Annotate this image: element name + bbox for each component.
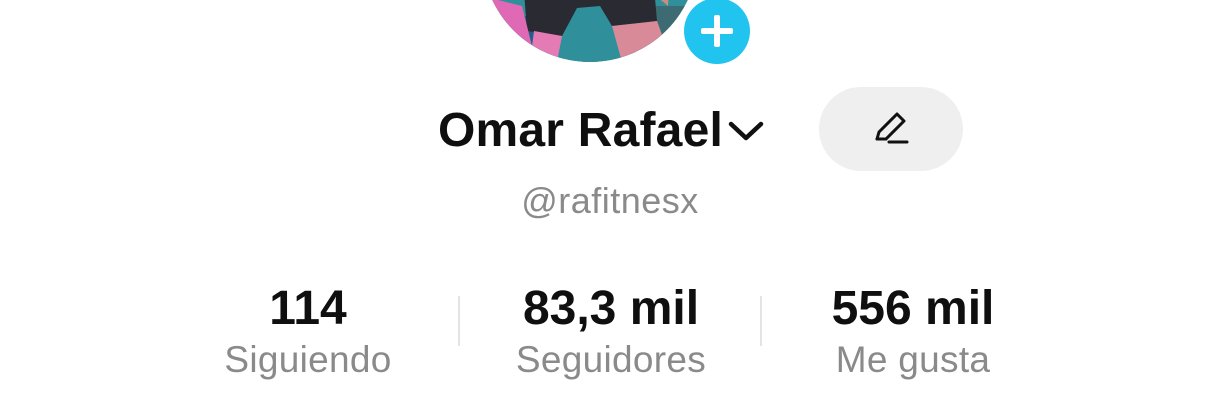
followers-count: 83,3 mil: [522, 282, 700, 335]
add-badge-circle: [684, 0, 750, 64]
following-label: Siguiendo: [224, 339, 392, 380]
followers-stat[interactable]: 83,3 mil Seguidores: [496, 280, 726, 382]
following-count: 114: [269, 282, 347, 335]
likes-stat[interactable]: 556 mil Me gusta: [810, 280, 1016, 382]
display-name: Omar Rafael: [438, 103, 723, 157]
likes-label: Me gusta: [835, 339, 991, 380]
following-stat[interactable]: 114 Siguiendo: [208, 280, 408, 382]
stats-divider: [458, 296, 460, 346]
plus-icon: [701, 15, 733, 47]
edit-profile-button[interactable]: [819, 87, 963, 171]
add-story-button[interactable]: [680, 0, 754, 68]
likes-count: 556 mil: [831, 282, 995, 335]
chevron-down-icon: [727, 119, 765, 143]
profile-avatar[interactable]: [482, 0, 698, 62]
followers-label: Seguidores: [515, 339, 707, 380]
profile-stats: 114 Siguiendo 83,3 mil Seguidores 556 mi…: [0, 280, 1220, 390]
pencil-icon: [875, 112, 909, 144]
stats-divider: [760, 296, 762, 346]
account-switcher[interactable]: Omar Rafael: [438, 100, 765, 160]
avatar-photo: [482, 0, 698, 62]
username: @rafitnesx: [521, 180, 699, 221]
